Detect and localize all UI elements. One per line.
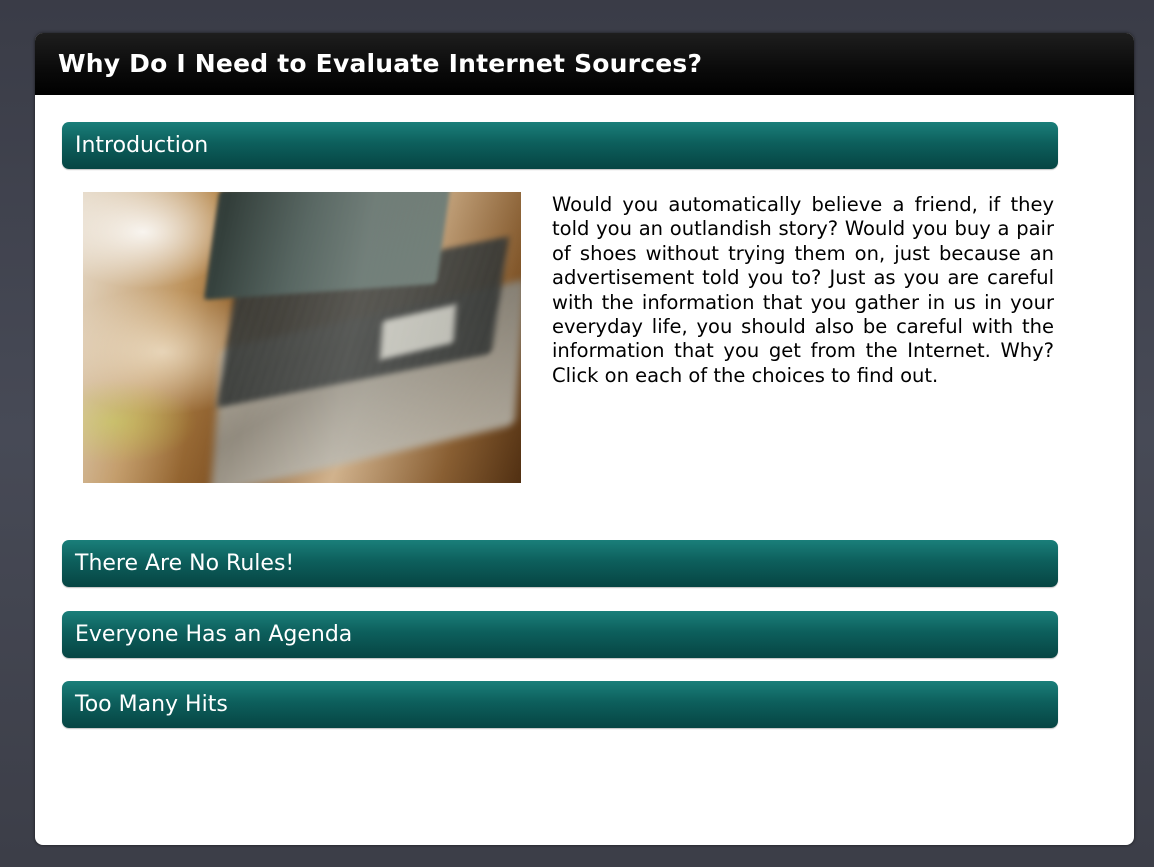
accordion-header-introduction[interactable]: Introduction (62, 122, 1058, 169)
accordion-header-too-many-hits[interactable]: Too Many Hits (62, 681, 1058, 728)
motion-blur-overlay (83, 192, 521, 483)
page-title: Why Do I Need to Evaluate Internet Sourc… (35, 33, 1134, 95)
introduction-text: Would you automatically believe a friend… (552, 193, 1054, 387)
accordion-header-no-rules[interactable]: There Are No Rules! (62, 540, 1058, 587)
laptop-photo (83, 192, 521, 483)
accordion-header-agenda[interactable]: Everyone Has an Agenda (62, 611, 1058, 658)
content-panel: Why Do I Need to Evaluate Internet Sourc… (35, 33, 1134, 845)
